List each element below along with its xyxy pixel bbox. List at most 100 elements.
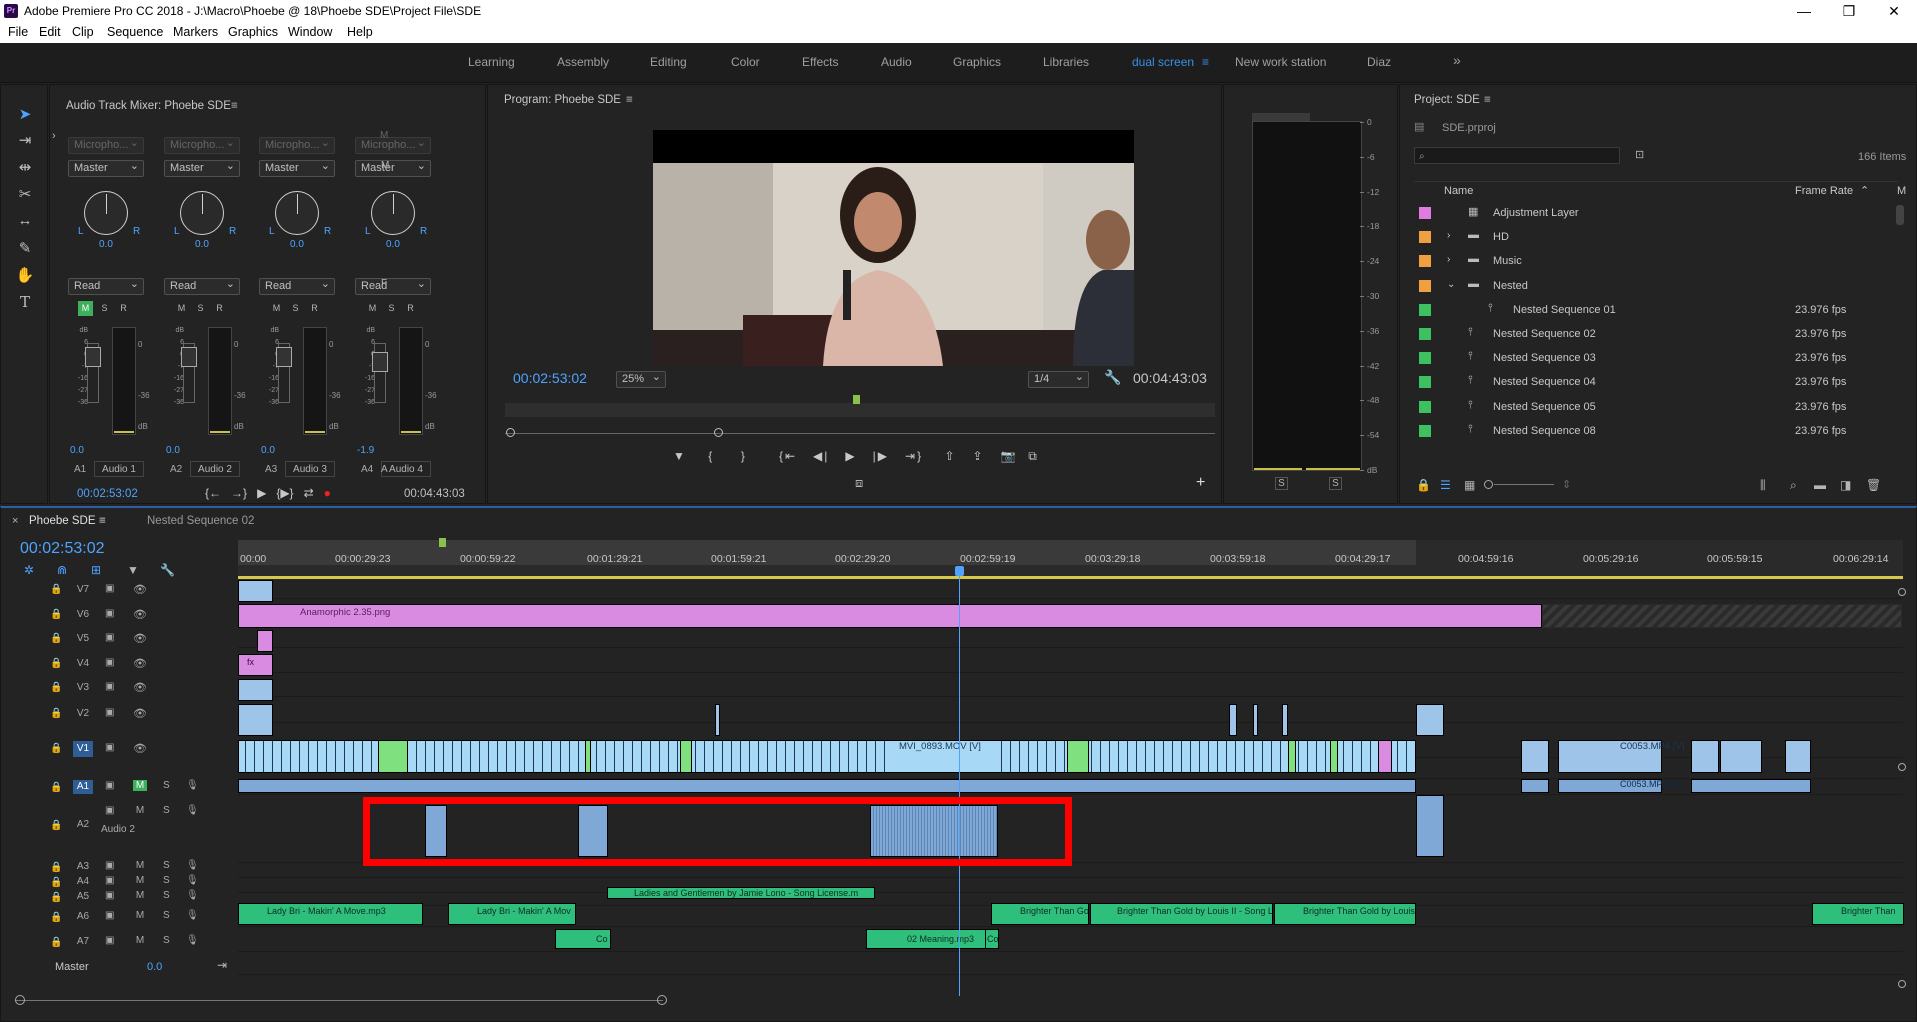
add-marker-icon[interactable]: ▼ bbox=[673, 449, 687, 463]
mixer-menu-icon[interactable]: ≡ bbox=[231, 100, 238, 112]
track-label[interactable]: A1 bbox=[73, 780, 93, 794]
a6-clip[interactable]: Brighter Than Gol bbox=[991, 903, 1089, 925]
restore-icon[interactable]: ❐ bbox=[1826, 0, 1872, 22]
record-enable-button[interactable]: R bbox=[307, 301, 322, 316]
track-lock-icon[interactable]: 🔒 bbox=[50, 937, 62, 948]
volume-fader[interactable] bbox=[276, 347, 292, 367]
track-lock-icon[interactable]: 🔒 bbox=[50, 877, 62, 888]
toggle-sync-lock-icon[interactable]: ▣ bbox=[105, 890, 114, 901]
track-lock-icon[interactable]: 🔒 bbox=[50, 862, 62, 873]
toggle-sync-lock-icon[interactable]: ▣ bbox=[105, 681, 114, 692]
a1-clip[interactable] bbox=[1691, 779, 1811, 793]
toggle-sync-lock-icon[interactable]: ▣ bbox=[105, 910, 114, 921]
pan-knob[interactable] bbox=[84, 191, 128, 235]
track-label[interactable]: A3 bbox=[73, 860, 93, 874]
timeline-settings-icon[interactable]: 🔧 bbox=[160, 563, 175, 577]
export-frame-icon[interactable]: 📷 bbox=[1001, 449, 1018, 463]
record-enable-button[interactable]: R bbox=[403, 301, 418, 316]
workspace-new-work-station[interactable]: New work station bbox=[1235, 55, 1326, 69]
track-label[interactable]: V6 bbox=[73, 607, 93, 623]
mute-track-button[interactable]: M bbox=[133, 780, 147, 791]
mute-track-button[interactable]: M bbox=[133, 805, 147, 816]
slip-tool-icon[interactable]: ↔ bbox=[11, 212, 39, 234]
a1-clip-strip[interactable] bbox=[238, 779, 1416, 793]
solo-track-button[interactable]: S bbox=[163, 805, 170, 816]
voice-over-record-icon[interactable]: 🎙 bbox=[186, 935, 199, 946]
zoom-dropdown[interactable]: 25% bbox=[616, 370, 666, 388]
project-item[interactable]: ⫯ Nested Sequence 03 23.976 fps bbox=[1412, 347, 1892, 371]
mute-button[interactable]: M bbox=[174, 301, 189, 316]
track-label[interactable]: V4 bbox=[73, 656, 93, 672]
project-item[interactable]: › ▬ HD bbox=[1412, 226, 1892, 250]
input-dropdown[interactable]: Micropho... bbox=[259, 136, 335, 154]
a7-clip[interactable]: 02 Meaning.mp3 bbox=[866, 929, 998, 949]
v1-green-clip[interactable] bbox=[1067, 740, 1089, 773]
workspace-audio[interactable]: Audio bbox=[881, 55, 912, 69]
workspace-libraries[interactable]: Libraries bbox=[1043, 55, 1089, 69]
automation-mode-dropdown[interactable]: Read bbox=[164, 277, 240, 295]
track-name[interactable]: Audio 4 bbox=[381, 461, 431, 477]
track-label[interactable]: V2 bbox=[73, 706, 93, 722]
solo-track-button[interactable]: S bbox=[163, 935, 170, 946]
ripple-edit-tool-icon[interactable]: ⇹ bbox=[11, 158, 39, 180]
mode-dropdown-partial[interactable]: F bbox=[381, 278, 387, 289]
play-stop-icon[interactable]: ▶ bbox=[845, 449, 856, 463]
output-dropdown[interactable]: Master bbox=[68, 159, 144, 177]
label-color-swatch[interactable] bbox=[1419, 400, 1431, 413]
solo-right-button[interactable]: S bbox=[1329, 477, 1342, 490]
volume-value[interactable]: 0.0 bbox=[70, 445, 84, 456]
voice-over-record-icon[interactable]: 🎙 bbox=[186, 875, 199, 886]
column-name[interactable]: Name bbox=[1444, 185, 1473, 197]
timeline-playhead[interactable] bbox=[959, 566, 960, 996]
lock-icon[interactable]: 🔒 bbox=[1416, 478, 1431, 492]
audio2-track-name[interactable]: Audio 2 bbox=[101, 824, 135, 835]
label-color-swatch[interactable] bbox=[1419, 328, 1431, 340]
v1-green-clip[interactable] bbox=[378, 740, 408, 773]
solo-track-button[interactable]: S bbox=[163, 890, 170, 901]
toggle-visibility-icon[interactable]: 👁 bbox=[133, 632, 147, 645]
mute-button[interactable]: M bbox=[365, 301, 380, 316]
track-label[interactable]: V5 bbox=[73, 631, 93, 647]
extract-icon[interactable]: ⇪ bbox=[973, 449, 985, 463]
solo-track-button[interactable]: S bbox=[163, 875, 170, 886]
new-bin-from-search-icon[interactable]: ⊡ bbox=[1635, 148, 1644, 161]
insert-sequence-icon[interactable]: ⊞ bbox=[91, 563, 101, 577]
automation-mode-dropdown[interactable]: Read bbox=[259, 277, 335, 295]
output-dropdown[interactable]: Master bbox=[259, 159, 335, 177]
track-lock-icon[interactable]: 🔒 bbox=[50, 912, 62, 923]
label-color-swatch[interactable] bbox=[1419, 376, 1431, 389]
zoom-slider[interactable] bbox=[1494, 484, 1554, 485]
voice-over-record-icon[interactable]: 🎙 bbox=[186, 805, 199, 816]
track-lock-icon[interactable]: 🔒 bbox=[50, 782, 62, 793]
hand-tool-icon[interactable]: ✋ bbox=[11, 266, 39, 288]
trash-icon[interactable]: 🗑 bbox=[1866, 478, 1881, 492]
output-dropdown-partial[interactable]: M bbox=[381, 160, 389, 171]
track-label[interactable]: A7 bbox=[73, 935, 93, 949]
toggle-visibility-icon[interactable]: 👁 bbox=[133, 742, 147, 755]
solo-button[interactable]: S bbox=[288, 301, 303, 316]
track-lock-icon[interactable]: 🔒 bbox=[50, 743, 62, 754]
tab-nested-sequence-02[interactable]: Nested Sequence 02 bbox=[147, 515, 254, 527]
label-color-swatch[interactable] bbox=[1419, 231, 1431, 244]
track-lock-icon[interactable]: 🔒 bbox=[50, 658, 62, 669]
automate-to-sequence-icon[interactable]: ⫼ bbox=[1760, 478, 1766, 493]
track-lock-icon[interactable]: 🔒 bbox=[50, 682, 62, 693]
a7-clip[interactable]: Co bbox=[555, 929, 611, 949]
track-name[interactable]: Audio 3 bbox=[285, 461, 335, 477]
v6-adjustment-clip[interactable] bbox=[238, 604, 1542, 628]
v6-hatched-area[interactable] bbox=[1542, 604, 1902, 628]
volume-fader[interactable] bbox=[372, 352, 388, 372]
comparison-view-icon[interactable]: ⧉ bbox=[1028, 449, 1039, 463]
sort-ascending-icon[interactable]: ⌃ bbox=[1860, 184, 1869, 197]
go-to-in-point-icon[interactable]: {⇤ bbox=[779, 449, 797, 463]
safe-margins-icon[interactable]: ⧈ bbox=[855, 475, 863, 491]
track-label[interactable]: V3 bbox=[73, 680, 93, 696]
workspace-graphics[interactable]: Graphics bbox=[953, 55, 1001, 69]
v2-clip[interactable] bbox=[1282, 704, 1288, 736]
v1-green-clip[interactable] bbox=[680, 740, 692, 773]
v2-clip[interactable] bbox=[715, 704, 720, 736]
menu-file[interactable]: File bbox=[8, 25, 28, 39]
mute-track-button[interactable]: M bbox=[133, 860, 147, 871]
pan-value[interactable]: 0.0 bbox=[386, 239, 400, 250]
volume-fader[interactable] bbox=[85, 347, 101, 367]
